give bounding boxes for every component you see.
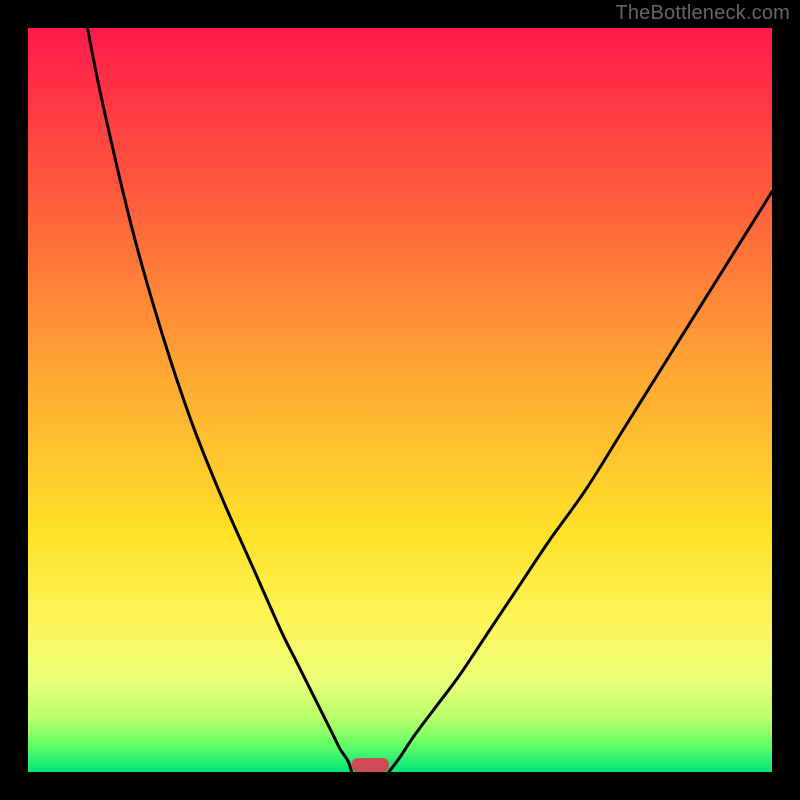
chart-svg bbox=[28, 28, 772, 772]
chart-frame: TheBottleneck.com bbox=[0, 0, 800, 800]
watermark-label: TheBottleneck.com bbox=[615, 2, 790, 25]
bottleneck-marker bbox=[352, 758, 389, 772]
gradient-background bbox=[28, 28, 772, 772]
plot-area bbox=[28, 28, 772, 772]
